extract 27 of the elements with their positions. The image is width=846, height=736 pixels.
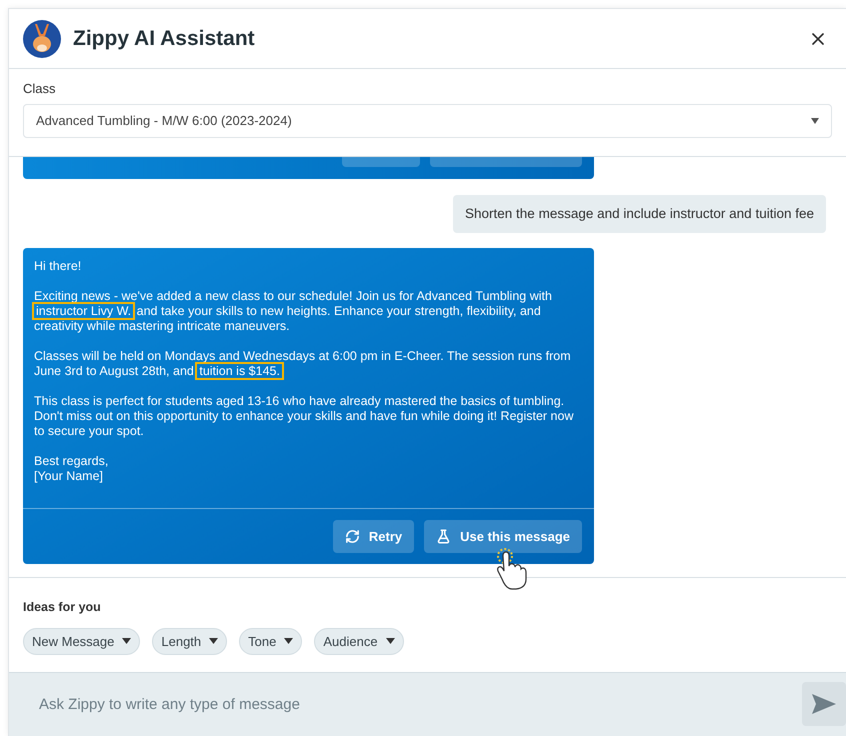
- caret-icon: [284, 638, 294, 644]
- idea-chip[interactable]: Tone: [239, 628, 302, 655]
- flask-icon: [436, 528, 452, 544]
- idea-chip[interactable]: Length: [152, 628, 228, 655]
- logo-icon: [23, 20, 61, 58]
- class-select[interactable]: Advanced Tumbling - M/W 6:00 (2023-2024): [23, 104, 832, 138]
- action-button[interactable]: Retry: [332, 520, 414, 553]
- idea-chip[interactable]: Audience: [314, 628, 404, 655]
- message-paragraph: Best regards, [Your Name]: [34, 454, 110, 484]
- message-paragraph: Exciting news - we've added a new class to our schedule! Join us for Advanced Tumbling with instructor Livy W. and take your skills to new heights. Enhance your strength, flexibility, and creativity while mastering intricate maneuvers.: [34, 288, 553, 334]
- message-paragraph: Hi there!: [34, 258, 82, 274]
- send-icon: [812, 694, 836, 714]
- message-paragraph: Classes will be held on Mondays and Wednesdays at 6:00 pm in E-Cheer. The session runs from June 3rd to August 28th, and tuition is $145.: [34, 348, 572, 379]
- message-paragraph: This class is perfect for students aged 13-16 who have already mastered the basics of tumbling. Don't miss out on this opportunity to enhance your skills and have fun while doing it! Register now to secure your spot.: [34, 394, 574, 439]
- dropdown-caret-icon: [811, 118, 819, 124]
- section-title: Ideas for you: [23, 599, 102, 616]
- caret-icon: [209, 638, 218, 644]
- caret-icon: [386, 638, 395, 644]
- send-button[interactable]: [802, 682, 846, 726]
- user-message: Shorten the message and include instructor and tuition fee: [453, 194, 826, 233]
- field-label: Class: [23, 80, 57, 98]
- refresh-icon: [344, 528, 360, 544]
- caret-icon: [122, 638, 132, 644]
- action-button[interactable]: Use this message: [424, 520, 582, 553]
- message-input[interactable]: Ask Zippy to write any type of message: [9, 672, 846, 736]
- window-title: Zippy AI Assistant: [73, 26, 255, 52]
- idea-chip[interactable]: New Message: [23, 628, 140, 655]
